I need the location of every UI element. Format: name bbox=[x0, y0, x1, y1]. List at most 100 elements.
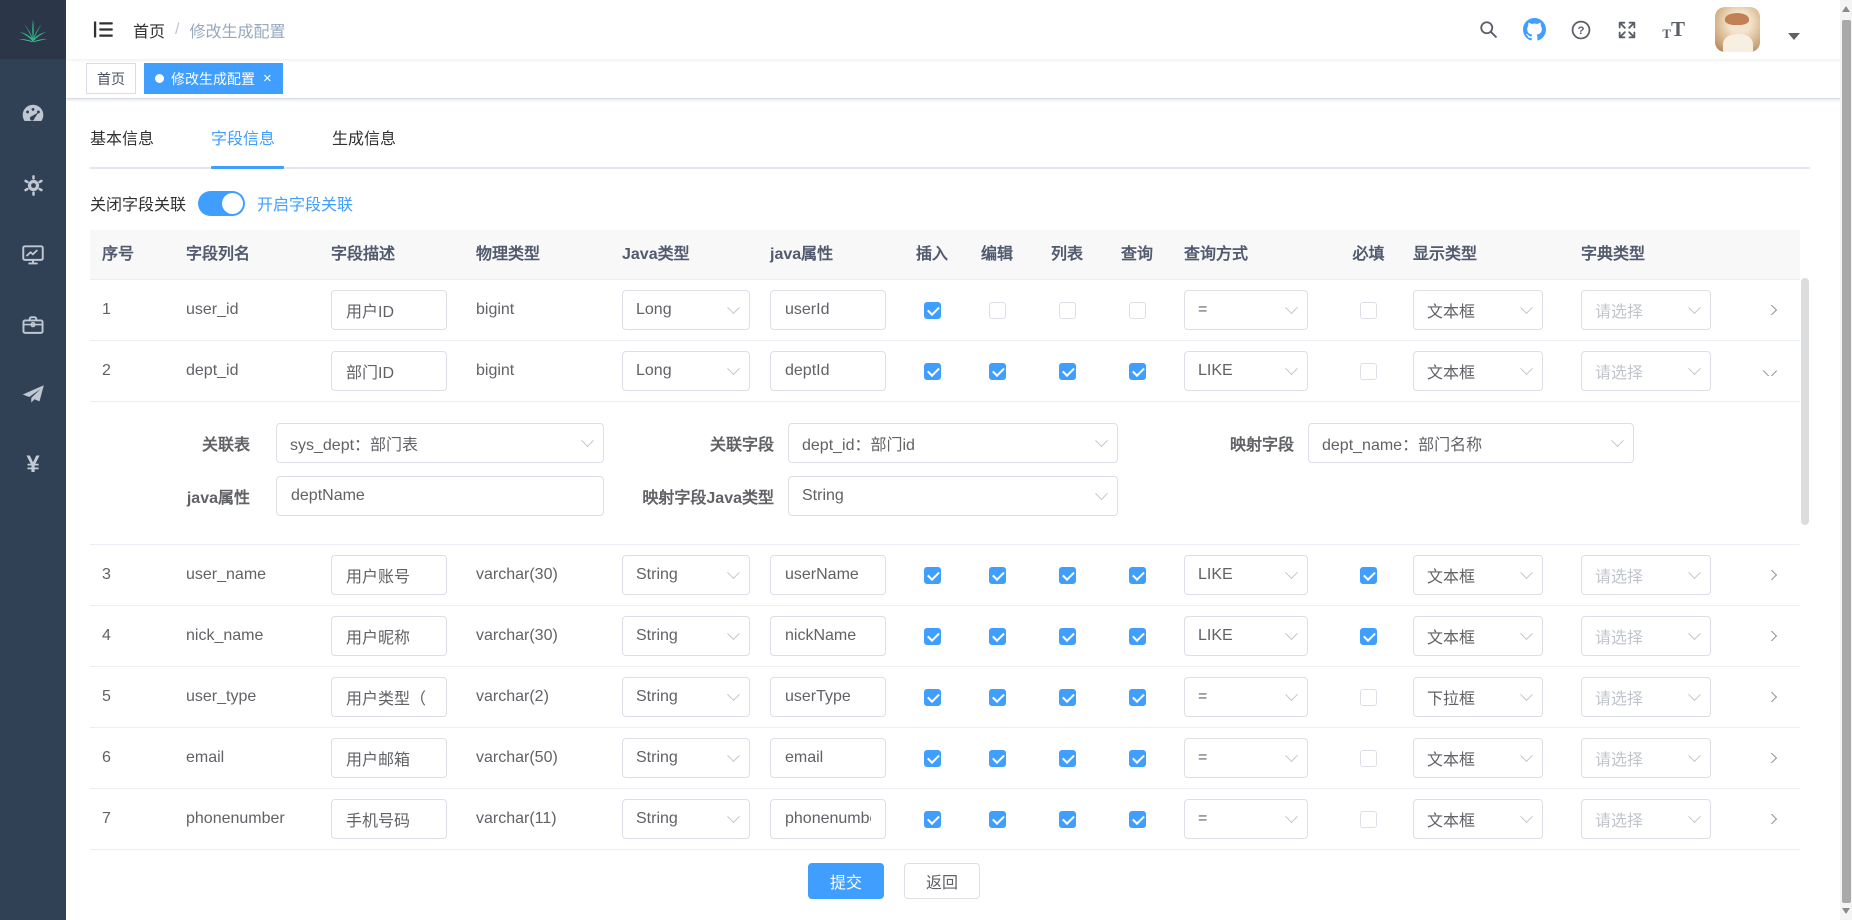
query-mode-select[interactable]: LIKE bbox=[1184, 555, 1308, 595]
java-attr-input[interactable] bbox=[770, 351, 886, 391]
display-type-select[interactable]: 文本框 bbox=[1413, 351, 1543, 391]
java-attr-input[interactable] bbox=[770, 555, 886, 595]
app-logo[interactable] bbox=[0, 0, 66, 59]
help-button[interactable]: ? bbox=[1570, 19, 1592, 41]
scroll-up-arrow-icon[interactable] bbox=[1840, 2, 1852, 16]
edit-checkbox[interactable] bbox=[989, 750, 1006, 767]
relation-table-select[interactable]: sys_dept：部门表 bbox=[276, 423, 604, 463]
dict-type-select[interactable]: 请选择 bbox=[1581, 799, 1711, 839]
relation-field-select[interactable]: dept_id：部门id bbox=[788, 423, 1118, 463]
field-description-input[interactable] bbox=[331, 290, 447, 330]
github-link[interactable] bbox=[1523, 18, 1546, 41]
list-checkbox[interactable] bbox=[1059, 363, 1076, 380]
list-checkbox[interactable] bbox=[1059, 811, 1076, 828]
dict-type-select[interactable]: 请选择 bbox=[1581, 677, 1711, 717]
java-attr-input[interactable] bbox=[770, 677, 886, 717]
sidebar-item-pay[interactable]: ¥ bbox=[0, 430, 66, 500]
user-avatar[interactable] bbox=[1715, 7, 1760, 52]
list-checkbox[interactable] bbox=[1059, 689, 1076, 706]
insert-checkbox[interactable] bbox=[924, 689, 941, 706]
list-checkbox[interactable] bbox=[1059, 628, 1076, 645]
query-mode-select[interactable]: LIKE bbox=[1184, 351, 1308, 391]
java-type-select[interactable]: String bbox=[622, 555, 750, 595]
list-checkbox[interactable] bbox=[1059, 750, 1076, 767]
list-checkbox[interactable] bbox=[1059, 302, 1076, 319]
display-type-select[interactable]: 文本框 bbox=[1413, 616, 1543, 656]
insert-checkbox[interactable] bbox=[924, 750, 941, 767]
submit-button[interactable]: 提交 bbox=[808, 863, 884, 899]
java-attr-input[interactable] bbox=[770, 799, 886, 839]
display-type-select[interactable]: 文本框 bbox=[1413, 799, 1543, 839]
insert-checkbox[interactable] bbox=[924, 567, 941, 584]
sidebar-item-tool[interactable] bbox=[0, 290, 66, 360]
query-checkbox[interactable] bbox=[1129, 750, 1146, 767]
tab-basic-info[interactable]: 基本信息 bbox=[90, 125, 163, 167]
query-checkbox[interactable] bbox=[1129, 302, 1146, 319]
java-type-select[interactable]: String bbox=[622, 677, 750, 717]
display-type-select[interactable]: 文本框 bbox=[1413, 738, 1543, 778]
insert-checkbox[interactable] bbox=[924, 811, 941, 828]
tag-home[interactable]: 首页 bbox=[86, 63, 136, 94]
expand-row-icon[interactable] bbox=[1763, 692, 1777, 702]
edit-checkbox[interactable] bbox=[989, 689, 1006, 706]
dict-type-select[interactable]: 请选择 bbox=[1581, 555, 1711, 595]
java-attr-input[interactable] bbox=[770, 616, 886, 656]
field-description-input[interactable] bbox=[331, 616, 447, 656]
display-type-select[interactable]: 文本框 bbox=[1413, 290, 1543, 330]
field-description-input[interactable] bbox=[331, 555, 447, 595]
query-checkbox[interactable] bbox=[1129, 689, 1146, 706]
tab-gen-info[interactable]: 生成信息 bbox=[332, 125, 405, 167]
required-checkbox[interactable] bbox=[1360, 363, 1377, 380]
sidebar-item-system[interactable] bbox=[0, 150, 66, 220]
expand-row-icon[interactable] bbox=[1763, 305, 1777, 315]
java-attr-input[interactable] bbox=[770, 738, 886, 778]
query-mode-select[interactable]: = bbox=[1184, 677, 1308, 717]
edit-checkbox[interactable] bbox=[989, 811, 1006, 828]
sidebar-fold-button[interactable] bbox=[92, 18, 115, 41]
page-scrollbar[interactable] bbox=[1840, 0, 1852, 920]
mapping-java-type-select[interactable]: String bbox=[788, 476, 1118, 516]
field-description-input[interactable] bbox=[331, 738, 447, 778]
mapping-field-select[interactable]: dept_name：部门名称 bbox=[1308, 423, 1634, 463]
search-button[interactable] bbox=[1478, 19, 1499, 40]
field-description-input[interactable] bbox=[331, 677, 447, 717]
query-checkbox[interactable] bbox=[1129, 811, 1146, 828]
expand-row-icon[interactable] bbox=[1763, 753, 1777, 763]
expand-row-icon[interactable] bbox=[1763, 570, 1777, 580]
java-type-select[interactable]: String bbox=[622, 616, 750, 656]
back-button[interactable]: 返回 bbox=[904, 863, 980, 899]
dict-type-select[interactable]: 请选择 bbox=[1581, 351, 1711, 391]
table-scrollbar-thumb[interactable] bbox=[1801, 278, 1809, 525]
edit-checkbox[interactable] bbox=[989, 363, 1006, 380]
query-mode-select[interactable]: LIKE bbox=[1184, 616, 1308, 656]
java-type-select[interactable]: Long bbox=[622, 290, 750, 330]
query-mode-select[interactable]: = bbox=[1184, 799, 1308, 839]
scroll-down-arrow-icon[interactable] bbox=[1840, 904, 1852, 918]
query-mode-select[interactable]: = bbox=[1184, 290, 1308, 330]
page-scrollbar-thumb[interactable] bbox=[1842, 20, 1851, 903]
edit-checkbox[interactable] bbox=[989, 628, 1006, 645]
sidebar-item-guide[interactable] bbox=[0, 360, 66, 430]
query-mode-select[interactable]: = bbox=[1184, 738, 1308, 778]
required-checkbox[interactable] bbox=[1360, 567, 1377, 584]
tab-field-info[interactable]: 字段信息 bbox=[211, 125, 284, 167]
required-checkbox[interactable] bbox=[1360, 811, 1377, 828]
breadcrumb-home-link[interactable]: 首页 bbox=[133, 18, 165, 42]
field-description-input[interactable] bbox=[331, 351, 447, 391]
tag-close-icon[interactable]: × bbox=[263, 71, 272, 86]
edit-checkbox[interactable] bbox=[989, 567, 1006, 584]
field-description-input[interactable] bbox=[331, 799, 447, 839]
required-checkbox[interactable] bbox=[1360, 750, 1377, 767]
display-type-select[interactable]: 文本框 bbox=[1413, 555, 1543, 595]
query-checkbox[interactable] bbox=[1129, 628, 1146, 645]
java-type-select[interactable]: String bbox=[622, 799, 750, 839]
query-checkbox[interactable] bbox=[1129, 567, 1146, 584]
sidebar-item-dashboard[interactable] bbox=[0, 80, 66, 150]
required-checkbox[interactable] bbox=[1360, 302, 1377, 319]
expand-row-icon[interactable] bbox=[1763, 631, 1777, 641]
expand-row-icon[interactable] bbox=[1763, 814, 1777, 824]
list-checkbox[interactable] bbox=[1059, 567, 1076, 584]
insert-checkbox[interactable] bbox=[924, 302, 941, 319]
query-checkbox[interactable] bbox=[1129, 363, 1146, 380]
java-type-select[interactable]: String bbox=[622, 738, 750, 778]
